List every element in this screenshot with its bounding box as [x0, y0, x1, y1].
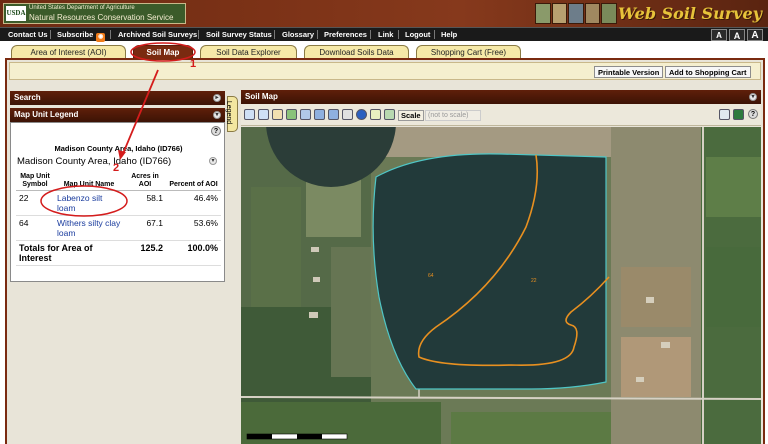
soil-map-tab-highlight	[130, 42, 196, 62]
annotation-step-1: 1	[190, 58, 197, 70]
labenzo-highlight	[40, 185, 128, 217]
tutorial-annotations	[40, 42, 196, 217]
annotation-arrow	[121, 69, 159, 157]
annotation-step-2: 2	[113, 162, 120, 174]
